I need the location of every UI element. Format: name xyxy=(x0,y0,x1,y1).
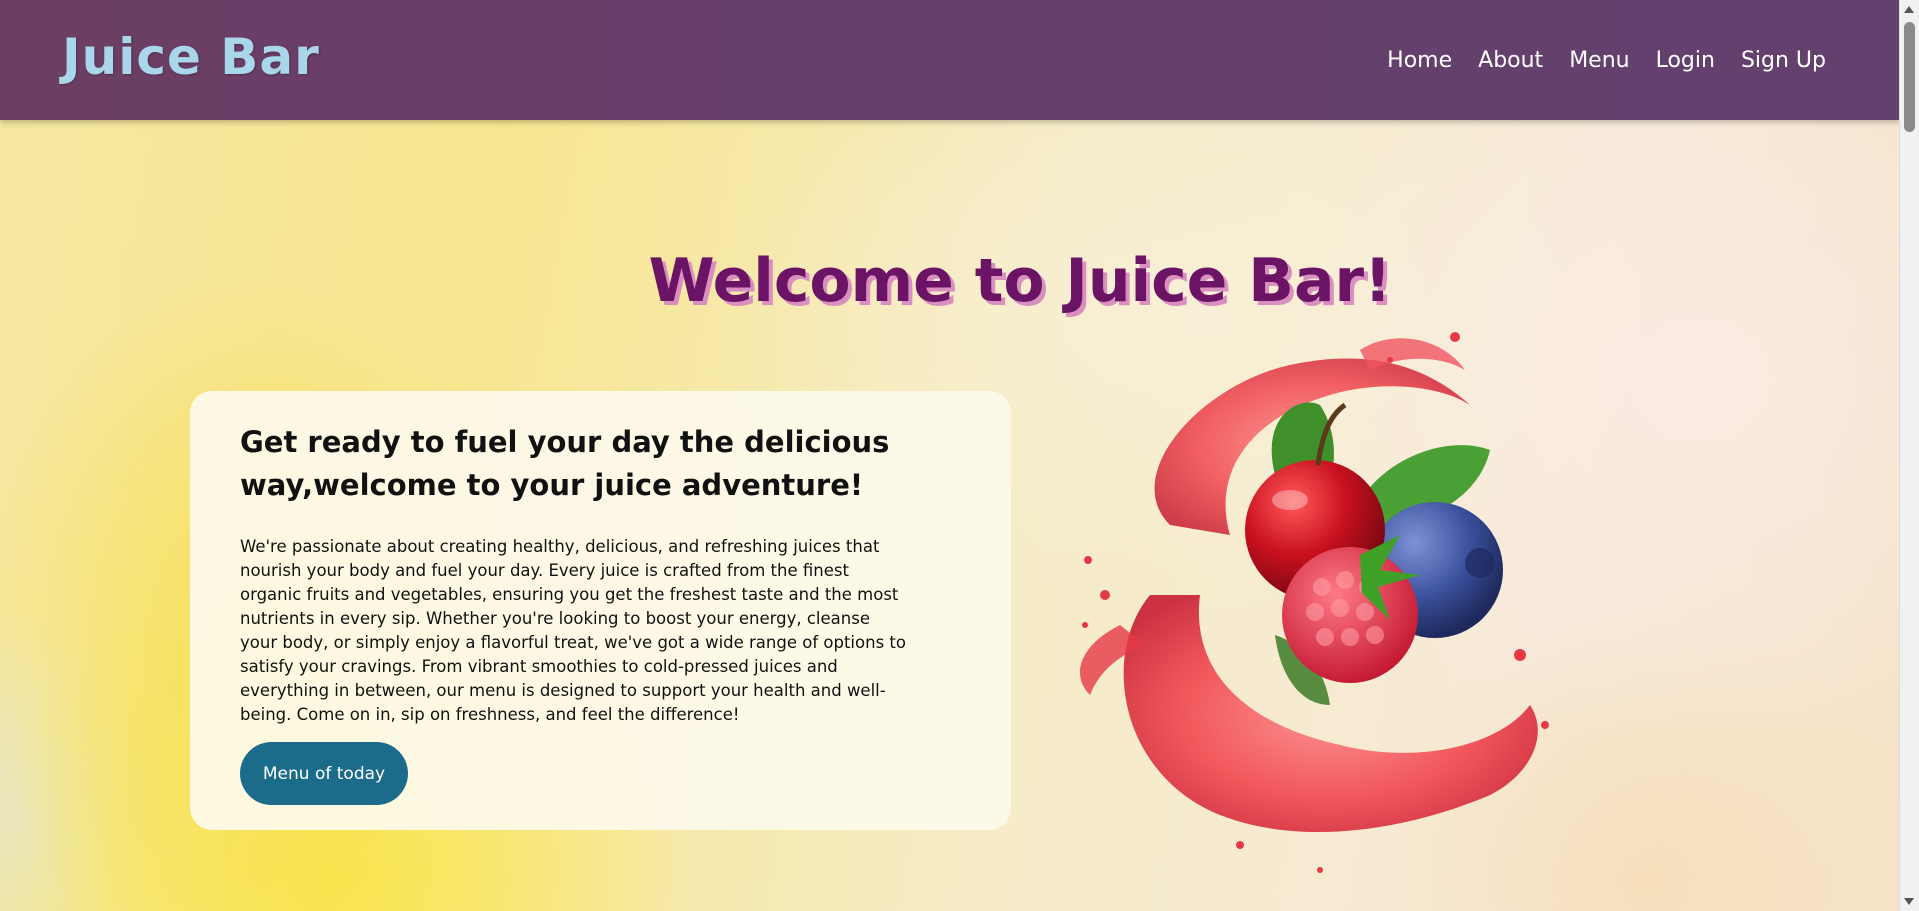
scroll-down-icon[interactable] xyxy=(1904,898,1914,905)
menu-of-today-button[interactable]: Menu of today xyxy=(240,742,408,805)
site-logo[interactable]: Juice Bar xyxy=(62,28,320,86)
nav-sign-up[interactable]: Sign Up xyxy=(1741,48,1826,73)
scroll-up-icon[interactable] xyxy=(1904,6,1914,13)
hero-title: Welcome to Juice Bar! xyxy=(648,246,1392,317)
nav-login[interactable]: Login xyxy=(1656,48,1715,73)
main-nav: Home About Menu Login Sign Up xyxy=(1387,48,1826,73)
intro-body: We're passionate about creating healthy,… xyxy=(240,537,906,724)
fruit-splash-icon xyxy=(1080,332,1549,873)
intro-card: Get ready to fuel your day the delicious… xyxy=(190,391,1011,830)
intro-heading: Get ready to fuel your day the delicious… xyxy=(240,425,890,502)
scroll-thumb[interactable] xyxy=(1904,22,1915,132)
page: Juice Bar Home About Menu Login Sign Up … xyxy=(0,0,1919,911)
nav-home[interactable]: Home xyxy=(1387,48,1452,73)
nav-about[interactable]: About xyxy=(1478,48,1543,73)
nav-menu[interactable]: Menu xyxy=(1569,48,1629,73)
vertical-scrollbar[interactable] xyxy=(1899,0,1919,911)
site-header: Juice Bar Home About Menu Login Sign Up xyxy=(0,0,1900,120)
